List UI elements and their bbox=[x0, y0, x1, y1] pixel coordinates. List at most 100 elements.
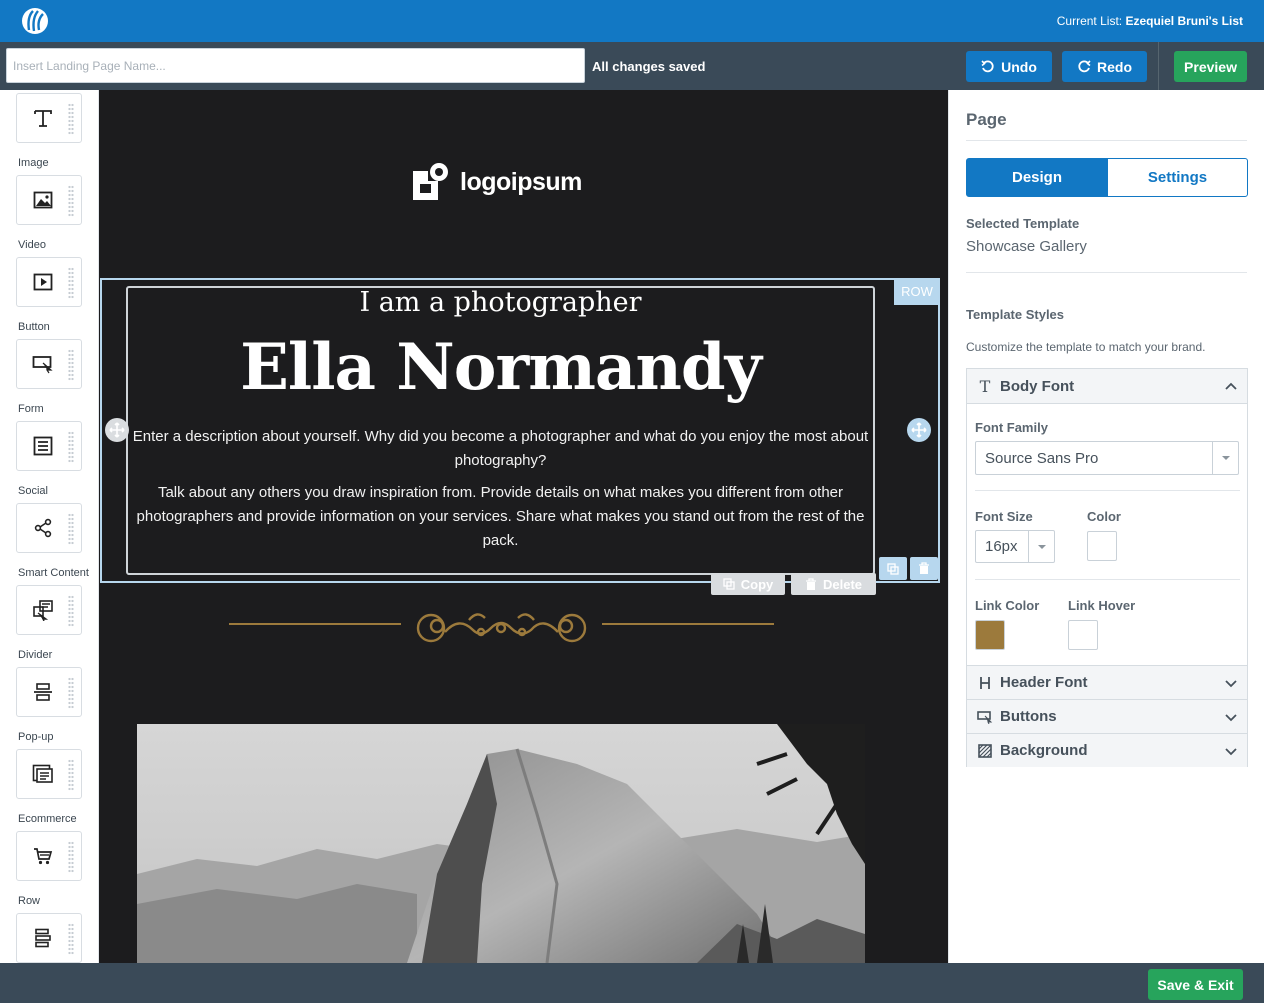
video-icon bbox=[31, 270, 55, 294]
save-status: All changes saved bbox=[592, 59, 706, 74]
smart-content-block-tool[interactable] bbox=[16, 585, 82, 635]
row-block-tool[interactable] bbox=[16, 913, 82, 963]
panel-divider bbox=[966, 140, 1247, 141]
background-header[interactable]: Background bbox=[967, 733, 1247, 767]
copy-row-button[interactable] bbox=[879, 557, 907, 580]
drag-handle[interactable] bbox=[68, 923, 74, 955]
tool-label-image: Image bbox=[18, 157, 49, 169]
template-styles-label: Template Styles bbox=[966, 307, 1065, 322]
color-label: Color bbox=[1087, 509, 1121, 524]
trash-icon bbox=[919, 562, 929, 574]
ecommerce-block-tool[interactable] bbox=[16, 831, 82, 881]
drag-handle[interactable] bbox=[68, 431, 74, 463]
copy-icon bbox=[887, 562, 899, 575]
image-block-tool[interactable] bbox=[16, 175, 82, 225]
editor-toolbar: All changes saved Undo Redo Preview bbox=[0, 42, 1264, 90]
copy-icon bbox=[723, 578, 735, 590]
body-font-section: Font Family Source Sans Pro Font Size 16… bbox=[967, 403, 1247, 665]
landing-page-name-input[interactable] bbox=[6, 48, 585, 83]
drag-handle[interactable] bbox=[68, 841, 74, 873]
chevron-down-icon bbox=[1225, 680, 1237, 688]
image-icon bbox=[31, 188, 55, 212]
chevron-down-icon bbox=[1028, 531, 1054, 562]
landscape-photo[interactable] bbox=[137, 724, 865, 963]
preview-button[interactable]: Preview bbox=[1174, 51, 1247, 82]
app-logo-icon[interactable] bbox=[20, 7, 50, 35]
buttons-header[interactable]: Buttons bbox=[967, 699, 1247, 733]
brand-logo[interactable]: logoipsum bbox=[410, 161, 582, 203]
drag-handle[interactable] bbox=[68, 185, 74, 217]
smart-content-icon bbox=[31, 598, 55, 622]
drag-handle[interactable] bbox=[68, 677, 74, 709]
drag-handle[interactable] bbox=[68, 349, 74, 381]
ornamental-divider[interactable] bbox=[229, 602, 774, 650]
move-handle-left[interactable] bbox=[105, 418, 129, 442]
hero-description-1[interactable]: Enter a description about yourself. Why … bbox=[128, 425, 873, 473]
link-hover-swatch[interactable] bbox=[1068, 620, 1098, 650]
tool-label-video: Video bbox=[18, 239, 46, 251]
trash-icon bbox=[805, 577, 816, 590]
link-color-swatch[interactable] bbox=[975, 620, 1005, 650]
form-block-tool[interactable] bbox=[16, 421, 82, 471]
section-divider bbox=[975, 579, 1240, 580]
page-canvas[interactable]: logoipsum ROW I am a photographer Ella N… bbox=[99, 90, 948, 963]
button-icon bbox=[977, 709, 993, 725]
save-exit-button[interactable]: Save & Exit bbox=[1148, 969, 1243, 1000]
drag-handle[interactable] bbox=[68, 267, 74, 299]
link-hover-label: Link Hover bbox=[1068, 598, 1136, 613]
drag-handle[interactable] bbox=[68, 759, 74, 791]
header-font-label: Header Font bbox=[1000, 674, 1088, 691]
redo-button[interactable]: Redo bbox=[1062, 51, 1147, 82]
hero-description-2[interactable]: Talk about any others you draw inspirati… bbox=[128, 481, 873, 553]
current-list: Current List: Ezequiel Bruni's List bbox=[1057, 14, 1243, 28]
popup-block-tool[interactable] bbox=[16, 749, 82, 799]
tool-label-popup: Pop-up bbox=[18, 731, 54, 743]
tool-label-social: Social bbox=[18, 485, 48, 497]
tab-settings[interactable]: Settings bbox=[1107, 158, 1248, 197]
drag-handle[interactable] bbox=[68, 513, 74, 545]
properties-panel: Page Design Settings Selected Template S… bbox=[948, 90, 1264, 963]
section-divider bbox=[975, 490, 1240, 491]
tab-design[interactable]: Design bbox=[966, 158, 1108, 197]
background-label: Background bbox=[1000, 742, 1088, 759]
top-bar: Current List: Ezequiel Bruni's List bbox=[0, 0, 1264, 42]
copy-block-button[interactable]: Copy bbox=[711, 573, 785, 595]
share-icon bbox=[31, 516, 55, 540]
tool-label-smart-content: Smart Content bbox=[18, 567, 89, 579]
header-font-header[interactable]: Header Font bbox=[967, 665, 1247, 699]
move-handle-right[interactable] bbox=[907, 418, 931, 442]
divider-block-tool[interactable] bbox=[16, 667, 82, 717]
font-size-select[interactable]: 16px bbox=[975, 530, 1055, 563]
undo-button[interactable]: Undo bbox=[966, 51, 1052, 82]
drag-handle[interactable] bbox=[68, 595, 74, 627]
text-block-tool[interactable] bbox=[16, 93, 82, 143]
delete-row-button[interactable] bbox=[910, 557, 938, 580]
undo-label: Undo bbox=[1001, 58, 1037, 75]
row-icon bbox=[31, 926, 55, 950]
hero-name[interactable]: Ella Normandy bbox=[128, 328, 873, 408]
color-swatch[interactable] bbox=[1087, 531, 1117, 561]
drag-handle[interactable] bbox=[68, 103, 74, 135]
video-block-tool[interactable] bbox=[16, 257, 82, 307]
button-block-tool[interactable] bbox=[16, 339, 82, 389]
row-tag: ROW bbox=[894, 278, 940, 305]
hero-subtitle[interactable]: I am a photographer bbox=[128, 288, 873, 318]
current-list-name: Ezequiel Bruni's List bbox=[1125, 14, 1243, 28]
body-font-label: Body Font bbox=[1000, 377, 1075, 395]
tool-label-row: Row bbox=[18, 895, 41, 907]
social-block-tool[interactable] bbox=[16, 503, 82, 553]
copy-label: Copy bbox=[740, 576, 774, 592]
font-size-value: 16px bbox=[985, 538, 1018, 555]
text-icon: T bbox=[979, 376, 991, 396]
form-icon bbox=[31, 434, 55, 458]
redo-label: Redo bbox=[1097, 58, 1132, 75]
delete-block-button[interactable]: Delete bbox=[791, 573, 876, 595]
chevron-down-icon bbox=[1225, 748, 1237, 756]
font-family-select[interactable]: Source Sans Pro bbox=[975, 441, 1239, 475]
content-blocks-sidebar: Image Video Button Form Social Smart Con… bbox=[0, 90, 99, 963]
body-font-header[interactable]: T Body Font bbox=[967, 369, 1247, 403]
editor-footer: Save & Exit bbox=[0, 963, 1264, 1003]
background-icon bbox=[977, 743, 993, 759]
divider-icon bbox=[31, 680, 55, 704]
hero-text-block[interactable]: I am a photographer Ella Normandy Enter … bbox=[128, 288, 873, 553]
